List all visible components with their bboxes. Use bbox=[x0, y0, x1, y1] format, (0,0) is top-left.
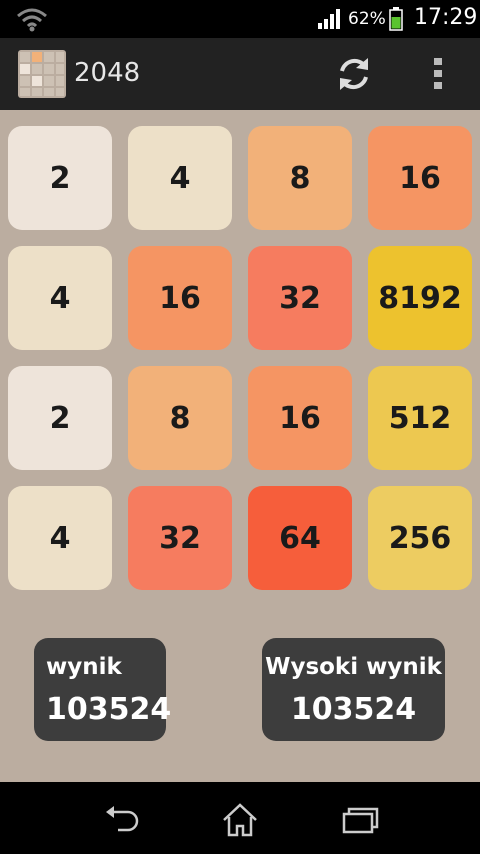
game-board[interactable]: 2 4 8 16 4 16 32 8192 2 8 16 512 4 32 64… bbox=[0, 110, 480, 604]
high-score-value: 103524 bbox=[290, 692, 417, 727]
action-bar: 2048 bbox=[0, 38, 480, 110]
battery-icon bbox=[389, 7, 403, 31]
tile: 2 bbox=[8, 126, 112, 230]
status-bar: 62% 17:29 bbox=[0, 0, 480, 38]
tile: 8 bbox=[128, 366, 232, 470]
recent-apps-icon[interactable] bbox=[340, 800, 380, 840]
tile: 4 bbox=[8, 246, 112, 350]
tile: 8192 bbox=[368, 246, 472, 350]
wifi-icon bbox=[17, 8, 47, 32]
high-score-box: Wysoki wynik 103524 bbox=[262, 638, 445, 741]
tile: 16 bbox=[248, 366, 352, 470]
signal-icon bbox=[318, 9, 340, 29]
tile: 512 bbox=[368, 366, 472, 470]
tile: 16 bbox=[368, 126, 472, 230]
score-value: 103524 bbox=[46, 692, 172, 727]
tile: 256 bbox=[368, 486, 472, 590]
battery-percent: 62% bbox=[348, 9, 386, 29]
tile: 32 bbox=[128, 486, 232, 590]
overflow-menu-icon[interactable] bbox=[428, 56, 448, 92]
score-box: wynik 103524 bbox=[34, 638, 171, 741]
back-icon[interactable] bbox=[100, 800, 140, 840]
app-title: 2048 bbox=[74, 58, 141, 88]
tile: 16 bbox=[128, 246, 232, 350]
score-label: wynik bbox=[46, 654, 122, 680]
tile: 8 bbox=[248, 126, 352, 230]
clock: 17:29 bbox=[414, 5, 478, 30]
nav-bar bbox=[0, 782, 480, 854]
tile: 32 bbox=[248, 246, 352, 350]
tile: 4 bbox=[8, 486, 112, 590]
tile: 64 bbox=[248, 486, 352, 590]
refresh-icon[interactable] bbox=[334, 54, 374, 94]
app-icon bbox=[18, 50, 66, 98]
high-score-label: Wysoki wynik bbox=[265, 654, 442, 680]
tile: 4 bbox=[128, 126, 232, 230]
home-icon[interactable] bbox=[220, 800, 260, 840]
tile: 2 bbox=[8, 366, 112, 470]
